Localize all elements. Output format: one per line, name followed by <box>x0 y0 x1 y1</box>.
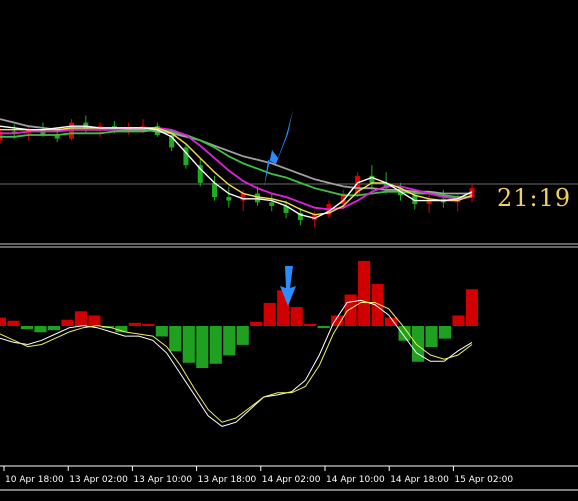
histogram-bar <box>371 284 384 326</box>
time-tick-label: 13 Apr 18:00 <box>198 475 257 485</box>
histogram-bar <box>0 317 7 326</box>
histogram-bar <box>88 315 101 326</box>
time-tick-label: 14 Apr 18:00 <box>390 475 449 485</box>
histogram-bar <box>7 320 20 326</box>
chart-background <box>0 0 578 501</box>
time-tick-label: 14 Apr 10:00 <box>326 475 385 485</box>
histogram-bar <box>74 311 87 326</box>
time-tick-label: 10 Apr 18:00 <box>5 475 64 485</box>
trading-chart[interactable]: 21:19 10 Apr 18:00 13 Apr 02:00 13 Apr 10:… <box>0 0 578 501</box>
bar-countdown-clock: 21:19 <box>497 184 571 212</box>
candle-body <box>226 197 232 201</box>
histogram-bar <box>250 321 263 326</box>
histogram-bar <box>182 326 195 363</box>
histogram-bar <box>209 326 222 364</box>
histogram-bar <box>465 289 479 326</box>
histogram-bar <box>169 326 182 352</box>
histogram-bar <box>20 326 34 330</box>
histogram-bar <box>290 307 303 326</box>
histogram-bar <box>196 326 209 368</box>
histogram-bar <box>142 323 155 326</box>
histogram-bar <box>236 326 249 345</box>
histogram-bar <box>128 322 141 326</box>
histogram-bar <box>263 302 276 326</box>
histogram-bar <box>425 326 438 347</box>
histogram-bar <box>34 326 47 333</box>
time-tick-label: 13 Apr 10:00 <box>133 475 192 485</box>
time-tick-label: 13 Apr 02:00 <box>69 475 128 485</box>
histogram-bar <box>438 326 452 339</box>
candle-body <box>269 202 275 206</box>
histogram-bar <box>358 260 371 326</box>
histogram-bar <box>223 326 236 356</box>
histogram-bar <box>304 323 317 326</box>
histogram-bar <box>317 326 330 329</box>
histogram-bar <box>452 315 465 326</box>
time-tick-label: 14 Apr 02:00 <box>262 475 321 485</box>
histogram-bar <box>155 326 168 337</box>
time-tick-label: 15 Apr 02:00 <box>454 475 513 485</box>
histogram-bar <box>61 319 74 326</box>
histogram-bar <box>344 294 357 326</box>
histogram-bar <box>47 326 61 331</box>
